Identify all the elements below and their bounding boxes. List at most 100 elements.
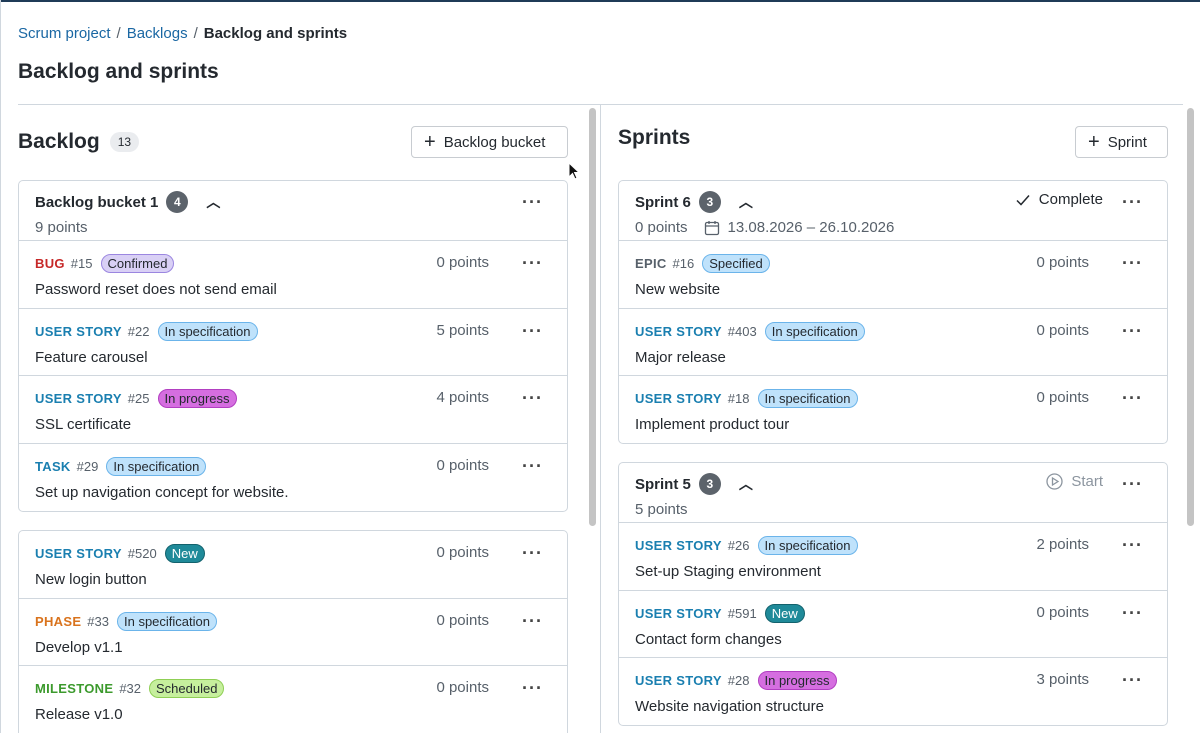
work-package-id[interactable]: #15	[71, 256, 93, 271]
more-dots-icon[interactable]: ···	[1122, 475, 1143, 493]
work-package-row[interactable]: USER STORY #403 In specification Major rele…	[619, 309, 1167, 376]
backlog-title: Backlog	[18, 130, 100, 153]
breadcrumb-link-project[interactable]: Scrum project	[18, 25, 111, 42]
more-dots-icon[interactable]: ···	[522, 389, 543, 407]
work-package-type: MILESTONE	[35, 681, 114, 696]
breadcrumb-link-backlogs[interactable]: Backlogs	[127, 25, 188, 42]
work-package-title[interactable]: Password reset does not send email	[35, 281, 551, 298]
more-dots-icon[interactable]: ···	[1122, 254, 1143, 272]
more-dots-icon[interactable]: ···	[522, 679, 543, 697]
add-sprint-button[interactable]: + Sprint	[1075, 126, 1168, 158]
status-badge[interactable]: In specification	[157, 321, 258, 341]
work-package-type: USER STORY	[35, 546, 122, 561]
more-dots-icon[interactable]: ···	[1122, 536, 1143, 554]
work-package-title[interactable]: Implement product tour	[635, 416, 1151, 433]
sprint-6-dates: 13.08.2026 – 26.10.2026	[727, 219, 895, 236]
work-package-id[interactable]: #591	[728, 606, 757, 621]
more-dots-icon[interactable]: ···	[1122, 671, 1143, 689]
status-badge[interactable]: In specification	[106, 456, 207, 476]
status-badge[interactable]: In specification	[764, 321, 865, 341]
work-package-row[interactable]: BUG #15 Confirmed Password reset does not s…	[19, 241, 567, 309]
work-package-title[interactable]: Website navigation structure	[635, 698, 1151, 715]
story-points: 5 points	[436, 321, 489, 339]
work-package-row[interactable]: EPIC #16 Specified New website 0 points ···	[619, 241, 1167, 309]
story-points: 0 points	[436, 611, 489, 629]
more-dots-icon[interactable]: ···	[1122, 604, 1143, 622]
work-package-title[interactable]: Feature carousel	[35, 349, 551, 366]
work-package-row[interactable]: TASK #29 In specification Set up navigation…	[19, 444, 567, 512]
status-badge[interactable]: In specification	[757, 389, 858, 408]
work-package-title[interactable]: New website	[635, 281, 1151, 298]
work-package-title[interactable]: Release v1.0	[35, 706, 551, 723]
story-points: 0 points	[1036, 254, 1089, 271]
work-package-row[interactable]: USER STORY #22 In specification Feature car…	[19, 309, 567, 376]
work-package-row[interactable]: USER STORY #520 New New login button 0 point…	[19, 531, 567, 599]
plus-icon: +	[1088, 131, 1100, 153]
work-package-row[interactable]: MILESTONE #32 Scheduled Release v1.0 0 point…	[19, 666, 567, 733]
work-package-id[interactable]: #29	[77, 459, 99, 474]
status-badge[interactable]: Specified	[702, 254, 770, 273]
more-dots-icon[interactable]: ···	[522, 457, 543, 475]
sprint-5-count-badge: 3	[698, 473, 721, 495]
more-dots-icon[interactable]: ···	[522, 254, 543, 272]
chevron-up-icon[interactable]: ︿	[206, 192, 220, 212]
status-badge[interactable]: In progress	[157, 389, 237, 408]
more-dots-icon[interactable]: ···	[1122, 193, 1143, 211]
work-package-row[interactable]: USER STORY #18 In specification Implement p…	[619, 376, 1167, 443]
work-package-title[interactable]: Develop v1.1	[35, 639, 551, 656]
work-package-id[interactable]: #33	[87, 614, 109, 629]
sprint-5-card: Sprint 5 3 ︿ 5 points Start ··· USER STO…	[618, 462, 1168, 726]
work-package-row[interactable]: PHASE #33 In specification Develop v1.1 0 po…	[19, 599, 567, 666]
backlog-scrollbar[interactable]	[589, 108, 596, 526]
work-package-id[interactable]: #520	[128, 546, 157, 561]
play-circle-icon	[1046, 473, 1063, 490]
chevron-up-icon[interactable]: ︿	[739, 192, 753, 212]
work-package-id[interactable]: #403	[728, 324, 757, 339]
work-package-title[interactable]: SSL certificate	[35, 416, 551, 433]
status-badge[interactable]: New	[764, 603, 805, 623]
complete-sprint-button[interactable]: Complete	[1015, 191, 1103, 208]
work-package-type: PHASE	[35, 613, 82, 629]
more-dots-icon[interactable]: ···	[522, 612, 543, 630]
work-package-row[interactable]: USER STORY #28 In progress Website navigati…	[619, 658, 1167, 725]
start-sprint-label: Start	[1071, 473, 1103, 490]
more-dots-icon[interactable]: ···	[522, 544, 543, 562]
add-backlog-bucket-button[interactable]: + Backlog bucket	[411, 126, 568, 158]
more-dots-icon[interactable]: ···	[1122, 389, 1143, 407]
status-badge[interactable]: Scheduled	[149, 679, 225, 698]
complete-sprint-label: Complete	[1038, 191, 1103, 208]
work-package-title[interactable]: Set up navigation concept for website.	[35, 484, 551, 501]
story-points: 2 points	[1036, 536, 1089, 553]
work-package-row[interactable]: USER STORY #591 New Contact form changes 0 p…	[619, 591, 1167, 658]
work-package-id[interactable]: #18	[728, 391, 750, 406]
status-badge[interactable]: New	[164, 544, 205, 563]
work-package-title[interactable]: New login button	[35, 571, 551, 588]
more-dots-icon[interactable]: ···	[1122, 322, 1143, 340]
work-package-title[interactable]: Major release	[635, 349, 1151, 366]
page-title: Backlog and sprints	[18, 60, 219, 83]
more-dots-icon[interactable]: ···	[522, 322, 543, 340]
status-badge[interactable]: Confirmed	[100, 254, 175, 273]
work-package-id[interactable]: #22	[128, 324, 150, 339]
work-package-row[interactable]: USER STORY #25 In progress SSL certificate 4…	[19, 376, 567, 444]
chevron-up-icon[interactable]: ︿	[739, 474, 753, 494]
start-sprint-button[interactable]: Start	[1046, 473, 1103, 490]
status-badge[interactable]: In specification	[757, 536, 858, 555]
work-package-id[interactable]: #16	[673, 256, 695, 271]
more-dots-icon[interactable]: ···	[522, 193, 543, 211]
backlog-bucket-card: Backlog bucket 1 4 ︿ 9 points ··· BUG #15…	[18, 180, 568, 512]
work-package-title[interactable]: Set-up Staging environment	[635, 563, 1151, 580]
work-package-id[interactable]: #26	[728, 538, 750, 553]
sprints-scrollbar[interactable]	[1187, 108, 1194, 526]
work-package-title[interactable]: Contact form changes	[635, 631, 1151, 648]
work-package-row[interactable]: USER STORY #26 In specification Set-up Stag…	[619, 523, 1167, 591]
work-package-id[interactable]: #25	[128, 391, 150, 406]
status-badge[interactable]: In progress	[757, 671, 837, 690]
check-icon	[1016, 194, 1030, 206]
add-sprint-label: Sprint	[1107, 133, 1147, 151]
status-badge[interactable]: In specification	[117, 611, 217, 631]
work-package-id[interactable]: #28	[728, 673, 750, 688]
work-package-id[interactable]: #32	[119, 681, 141, 696]
sprints-header: Sprints	[618, 126, 690, 150]
story-points: 4 points	[436, 389, 489, 406]
